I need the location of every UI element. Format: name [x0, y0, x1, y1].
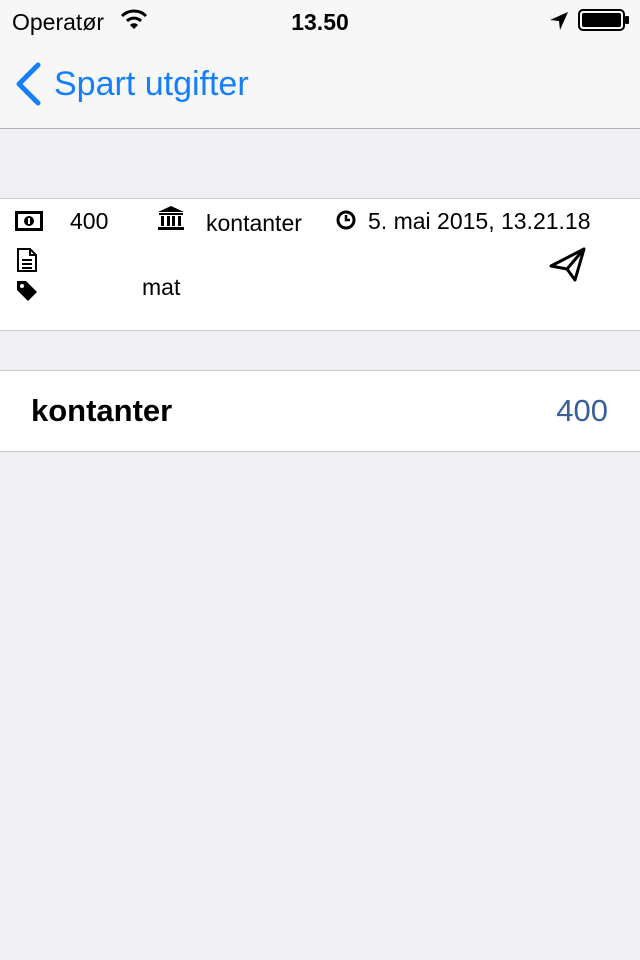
amount-value: 400 — [70, 208, 109, 234]
header: Operatør 13.50 Spart utgifter — [0, 0, 640, 129]
back-button[interactable]: Spart utgifter — [14, 60, 249, 108]
date-value: 5. mai 2015, 13.21.18 — [368, 208, 591, 234]
bank-icon — [158, 206, 184, 230]
summary-account-label: kontanter — [31, 393, 173, 428]
back-button-label: Spart utgifter — [54, 65, 249, 103]
tag-value: mat — [142, 274, 181, 300]
battery-icon — [578, 9, 629, 31]
paper-plane-icon[interactable] — [549, 247, 587, 283]
document-icon — [17, 248, 37, 272]
status-time: 13.50 — [291, 9, 349, 35]
tag-icon — [17, 281, 37, 301]
navigation-bar: Spart utgifter — [0, 40, 640, 128]
chevron-left-icon — [16, 62, 41, 106]
account-summary-row[interactable]: kontanter 400 — [0, 370, 640, 452]
money-icon — [15, 211, 43, 231]
summary-amount-value: 400 — [556, 393, 608, 428]
status-bar: Operatør 13.50 — [0, 0, 640, 40]
account-value: kontanter — [206, 210, 302, 236]
transaction-detail-card: 400 kontanter 5. mai 2015, 13.21.18 mat — [0, 198, 640, 331]
clock-icon — [336, 210, 356, 230]
location-arrow-icon — [550, 12, 568, 30]
